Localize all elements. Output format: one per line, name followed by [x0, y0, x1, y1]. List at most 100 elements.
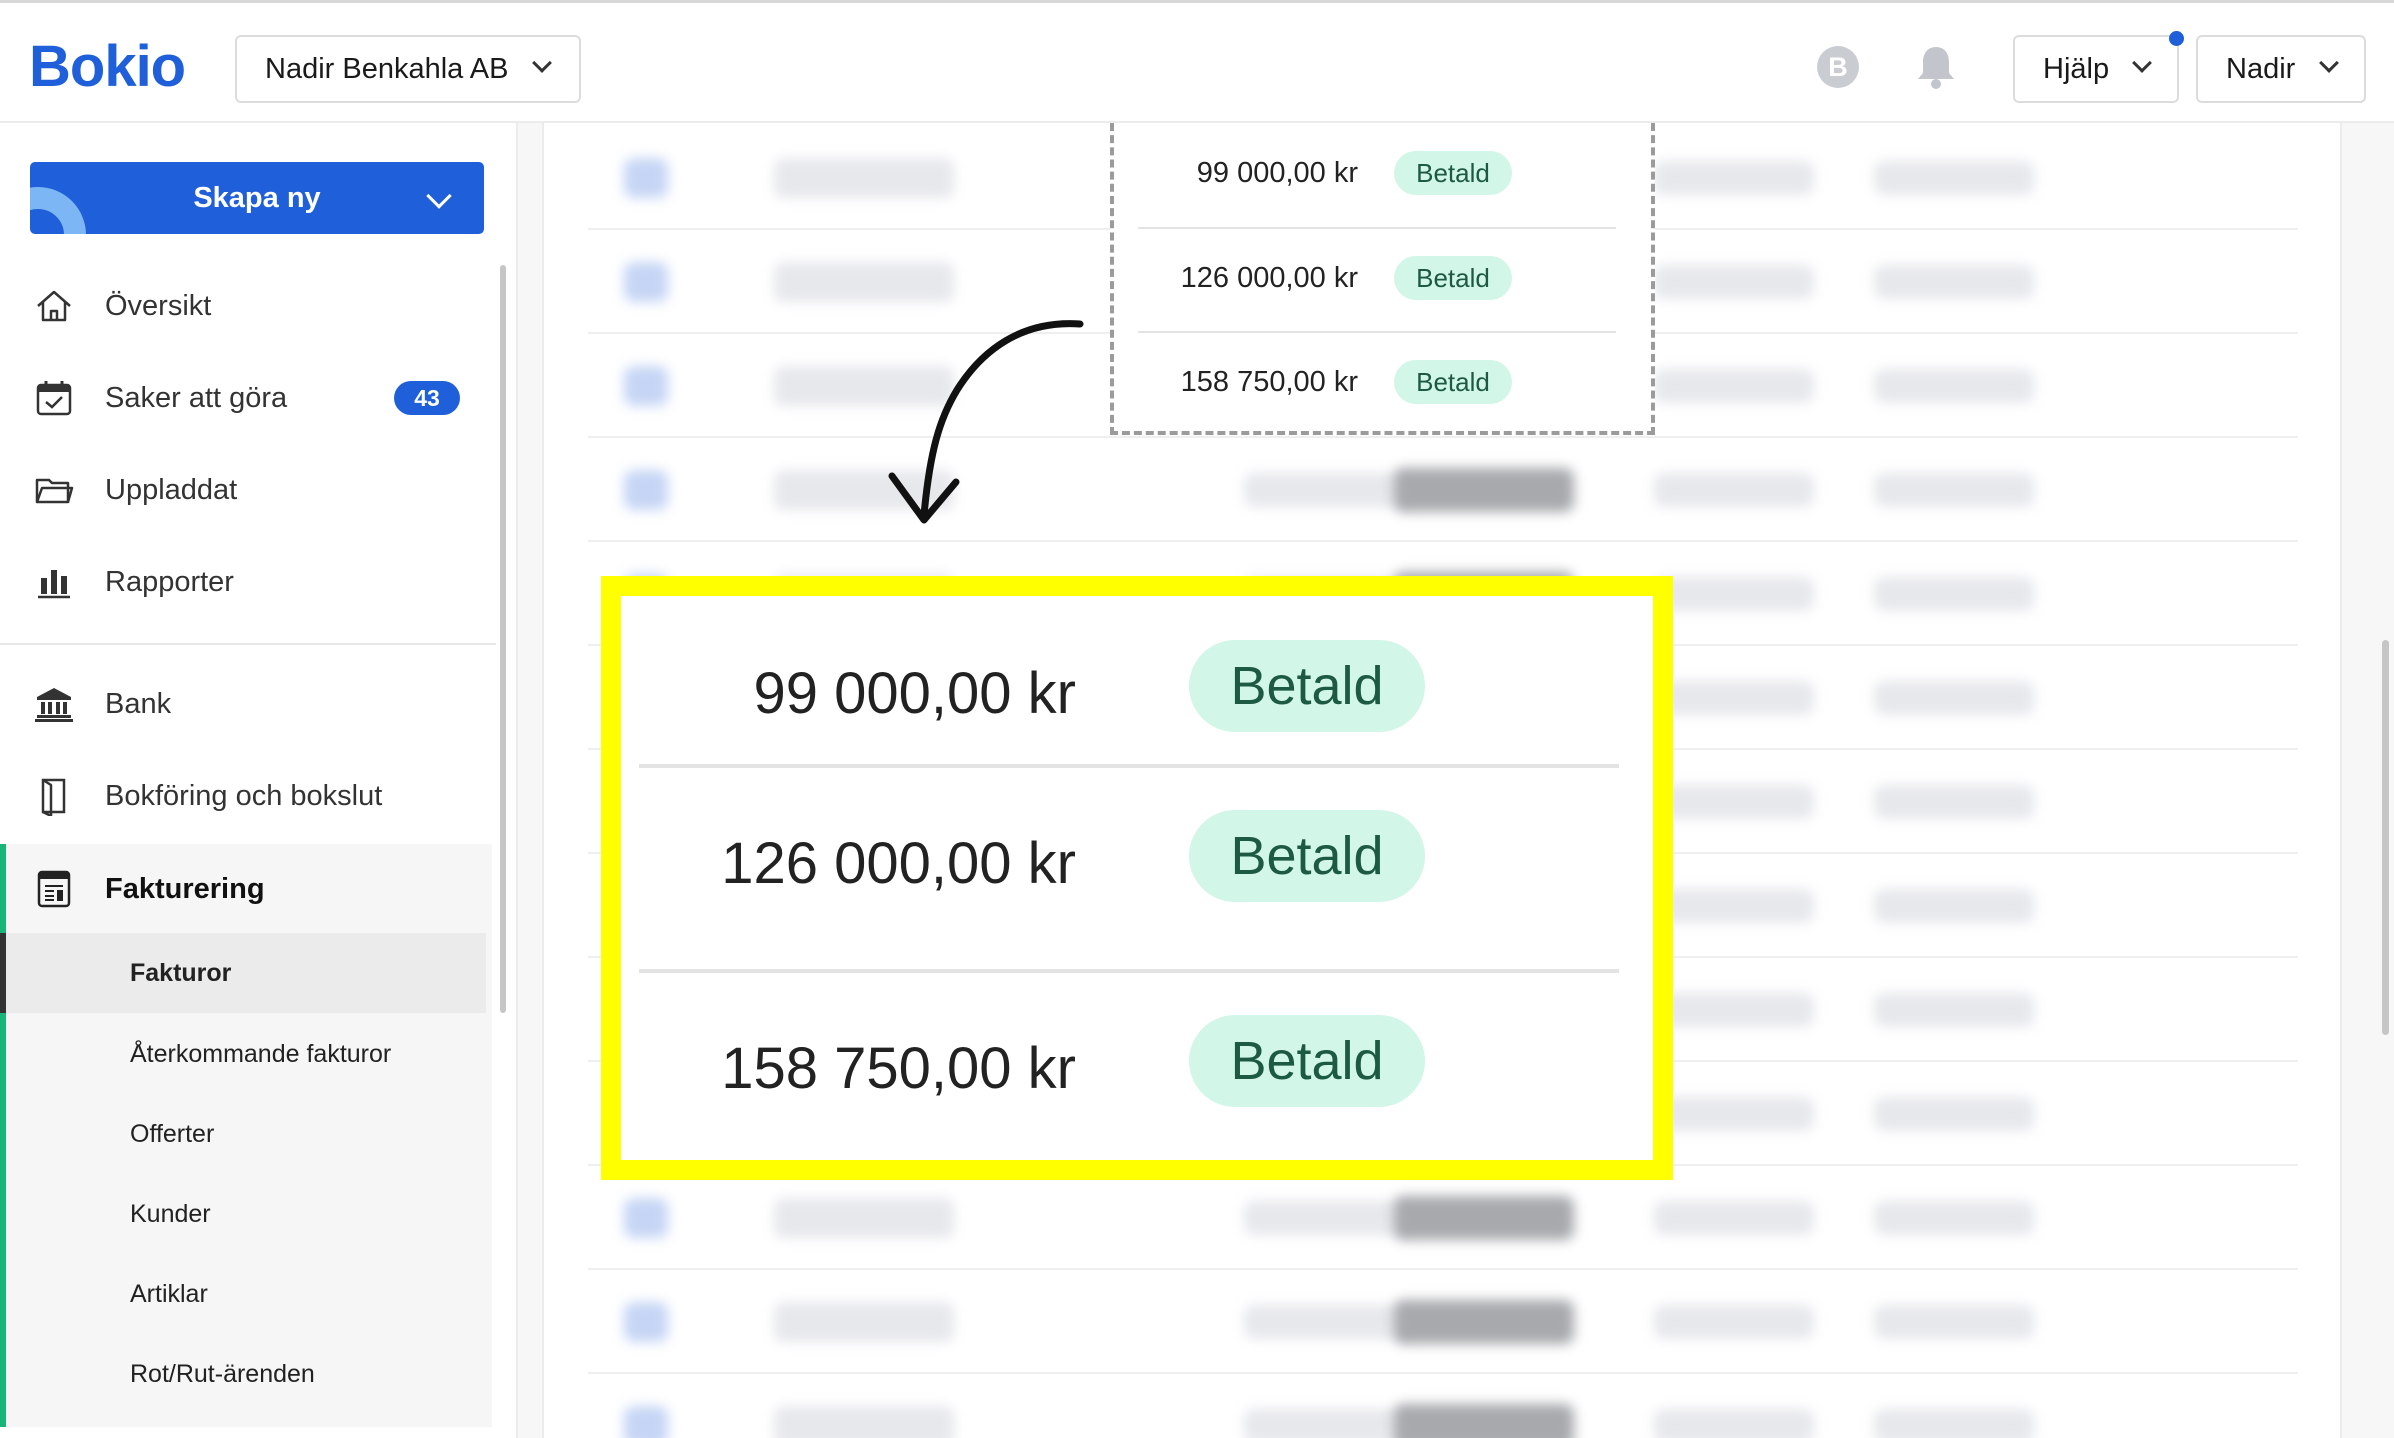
subitem-label: Artiklar	[130, 1279, 208, 1308]
sidebar-subitem-aterkommande-fakturor[interactable]: Återkommande fakturor	[6, 1014, 492, 1094]
create-new-button[interactable]: Skapa ny	[30, 162, 484, 234]
status-badge: Betald	[1394, 151, 1512, 195]
blurred-cell	[1654, 265, 1814, 299]
blurred-cell	[774, 1198, 954, 1238]
blurred-cell	[1394, 1300, 1574, 1344]
user-label: Nadir	[2226, 52, 2296, 85]
sidebar-item-label: Rapporter	[105, 565, 234, 598]
sidebar-item-bokforing[interactable]: Bokföring och bokslut	[0, 756, 490, 836]
sidebar-item-label: Bank	[105, 687, 172, 720]
table-row[interactable]: 158 750,00 kr Betald	[1138, 331, 1616, 431]
invoice-icon	[37, 870, 71, 908]
chevron-down-icon	[426, 183, 452, 209]
blurred-cell	[1874, 265, 2034, 299]
blurred-cell	[1654, 681, 1814, 715]
sidebar-item-label: Uppladdat	[105, 473, 238, 506]
blurred-cell	[1394, 1196, 1574, 1240]
todo-count-badge: 43	[394, 381, 460, 415]
sidebar-scrollbar[interactable]	[500, 265, 506, 1013]
blurred-row-divider	[588, 436, 2298, 438]
status-badge: Betald	[1394, 256, 1512, 300]
bar-chart-icon	[38, 570, 70, 599]
sidebar-item-oversikt[interactable]: Översikt	[0, 266, 490, 346]
button-decoration	[30, 187, 86, 234]
subitem-label: Fakturor	[130, 958, 232, 987]
status-badge: Betald	[1189, 1015, 1425, 1107]
blurred-cell	[624, 1302, 668, 1342]
blurred-cell	[624, 470, 668, 510]
notification-dot	[2169, 31, 2184, 46]
blurred-cell	[774, 1406, 954, 1438]
blurred-row-divider	[588, 1268, 2298, 1270]
blurred-cell	[1874, 681, 2034, 715]
bank-icon	[35, 688, 73, 722]
blurred-cell	[1654, 889, 1814, 923]
invoice-amount: 126 000,00 kr	[1180, 261, 1358, 294]
calendar-check-icon	[36, 381, 72, 416]
company-selector[interactable]: Nadir Benkahla AB	[235, 35, 581, 103]
blurred-cell	[1874, 369, 2034, 403]
blurred-cell	[1874, 161, 2034, 195]
blurred-cell	[1654, 473, 1814, 507]
blurred-cell	[624, 366, 668, 406]
status-badge: Betald	[1189, 810, 1425, 902]
status-badge: Betald	[1394, 360, 1512, 404]
blurred-cell	[1654, 161, 1814, 195]
sidebar-subitem-rot-rut[interactable]: Rot/Rut-ärenden	[6, 1334, 492, 1414]
sidebar-item-uppladdat[interactable]: Uppladdat	[0, 450, 490, 530]
user-menu-button[interactable]: Nadir	[2196, 35, 2366, 103]
sidebar-item-fakturering[interactable]: Fakturering	[0, 849, 490, 929]
blurred-cell	[1244, 473, 1414, 507]
sidebar-subitem-artiklar[interactable]: Artiklar	[6, 1254, 492, 1334]
blurred-cell	[1874, 1201, 2034, 1235]
sidebar-item-saker-att-gora[interactable]: Saker att göra 43	[0, 358, 490, 438]
blurred-cell	[1654, 1201, 1814, 1235]
chevron-down-icon	[532, 53, 552, 73]
top-bar: Bokio Nadir Benkahla AB B Hjälp Nadir	[0, 0, 2394, 123]
blurred-cell	[1394, 468, 1574, 512]
home-icon	[37, 290, 71, 322]
invoice-amount: 158 750,00 kr	[1180, 365, 1358, 398]
blurred-cell	[624, 1198, 668, 1238]
help-label: Hjälp	[2043, 52, 2110, 85]
blurred-cell	[1654, 577, 1814, 611]
subitem-label: Rot/Rut-ärenden	[130, 1359, 315, 1388]
sidebar-subitem-fakturor[interactable]: Fakturor	[0, 933, 486, 1013]
sidebar-subitem-offerter[interactable]: Offerter	[6, 1094, 492, 1174]
zoomed-highlight-box: 99 000,00 kr Betald 126 000,00 kr Betald…	[601, 576, 1673, 1180]
sidebar-item-label: Bokföring och bokslut	[105, 779, 383, 812]
table-row: 126 000,00 kr Betald	[639, 764, 1619, 969]
blurred-cell	[624, 262, 668, 302]
blurred-cell	[1874, 473, 2034, 507]
blurred-cell	[1244, 1409, 1414, 1438]
sidebar: Skapa ny Översikt Saker att göra 43 Uppl…	[0, 123, 518, 1438]
blurred-cell	[1654, 369, 1814, 403]
chevron-down-icon	[2319, 53, 2339, 73]
sidebar-subitem-kunder[interactable]: Kunder	[6, 1174, 492, 1254]
blurred-cell	[1654, 1409, 1814, 1438]
source-excerpt-box: 99 000,00 kr Betald 126 000,00 kr Betald…	[1110, 123, 1655, 435]
table-row[interactable]: 99 000,00 kr Betald	[1138, 123, 1616, 223]
blurred-row-divider	[588, 540, 2298, 542]
table-row: 158 750,00 kr Betald	[639, 969, 1619, 1174]
company-name: Nadir Benkahla AB	[265, 52, 509, 85]
bell-icon[interactable]	[1915, 43, 1957, 89]
sidebar-item-rapporter[interactable]: Rapporter	[0, 542, 490, 622]
blurred-cell	[1874, 577, 2034, 611]
table-row[interactable]: 126 000,00 kr Betald	[1138, 227, 1616, 327]
sidebar-item-bank[interactable]: Bank	[0, 664, 490, 744]
blurred-cell	[1874, 1409, 2034, 1438]
help-button[interactable]: Hjälp	[2013, 35, 2179, 103]
bokio-coin-icon[interactable]: B	[1817, 46, 1859, 88]
blurred-cell	[1874, 1305, 2034, 1339]
blurred-cell	[1654, 1305, 1814, 1339]
bokio-logo[interactable]: Bokio	[29, 33, 186, 100]
main-scrollbar[interactable]	[2382, 640, 2389, 1035]
blurred-row-divider	[588, 1372, 2298, 1374]
blurred-cell	[1244, 1305, 1414, 1339]
blurred-cell	[1874, 1097, 2034, 1131]
sidebar-item-label: Översikt	[105, 289, 212, 322]
blurred-cell	[774, 1302, 954, 1342]
blurred-cell	[774, 158, 954, 198]
invoice-amount: 99 000,00 kr	[1196, 156, 1358, 189]
